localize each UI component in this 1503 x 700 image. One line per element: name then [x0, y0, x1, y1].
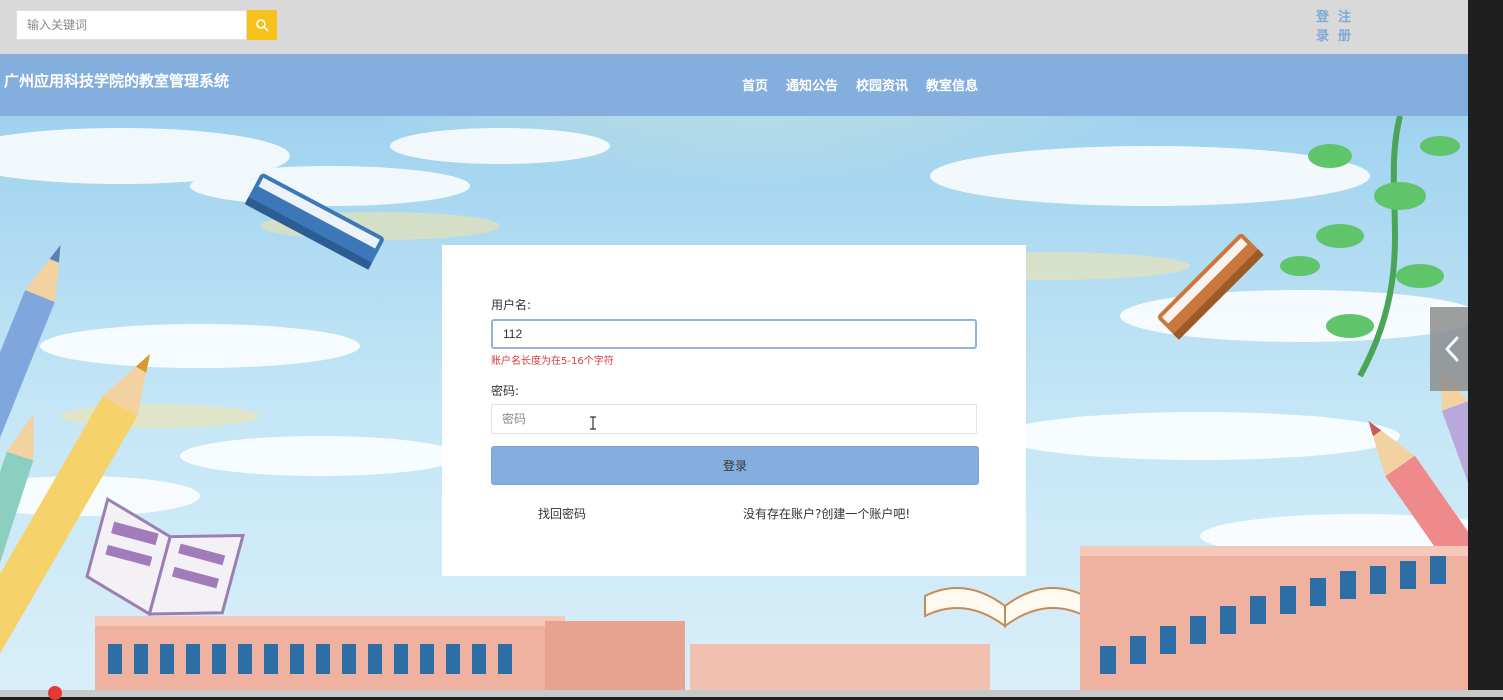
create-account-link[interactable]: 没有存在账户?创建一个账户吧! — [743, 505, 910, 522]
search-input[interactable] — [16, 10, 247, 40]
nav-item-campus-news[interactable]: 校园资讯 — [856, 75, 908, 94]
forgot-password-link[interactable]: 找回密码 — [538, 505, 586, 522]
auth-links: 登录 注册 — [1316, 8, 1352, 46]
nav-item-home[interactable]: 首页 — [742, 75, 768, 94]
login-button[interactable]: 登录 — [491, 446, 979, 485]
login-link[interactable]: 登录 — [1316, 8, 1330, 46]
chevron-left-icon — [1445, 336, 1459, 362]
username-label: 用户名: — [491, 298, 532, 312]
window-edge — [1468, 0, 1503, 697]
text-cursor-icon — [590, 416, 596, 430]
site-title: 广州应用科技学院的教室管理系统 — [4, 72, 230, 90]
main-nav: 首页 通知公告 校园资讯 教室信息 — [742, 75, 978, 94]
nav-item-notices[interactable]: 通知公告 — [786, 75, 838, 94]
record-indicator-icon — [48, 686, 62, 700]
top-bar: 登录 注册 — [0, 0, 1468, 54]
username-error-message: 账户名长度为在5-16个字符 — [491, 356, 614, 367]
login-form: 用户名: 账户名长度为在5-16个字符 密码: 登录 找回密码 没有存在账户?创… — [442, 245, 1026, 576]
page: 登录 注册 广州应用科技学院的教室管理系统 首页 通知公告 校园资讯 教室信息 — [0, 0, 1468, 697]
bottom-scrollbar — [0, 690, 1503, 697]
register-link[interactable]: 注册 — [1338, 8, 1352, 46]
search-button[interactable] — [247, 10, 277, 40]
username-input[interactable] — [491, 319, 977, 349]
password-input[interactable] — [491, 404, 977, 434]
password-label: 密码: — [491, 384, 520, 398]
search-bar — [16, 10, 277, 40]
nav-item-classroom-info[interactable]: 教室信息 — [926, 75, 978, 94]
nav-bar: 广州应用科技学院的教室管理系统 首页 通知公告 校园资讯 教室信息 — [0, 54, 1468, 116]
search-icon — [256, 19, 269, 32]
